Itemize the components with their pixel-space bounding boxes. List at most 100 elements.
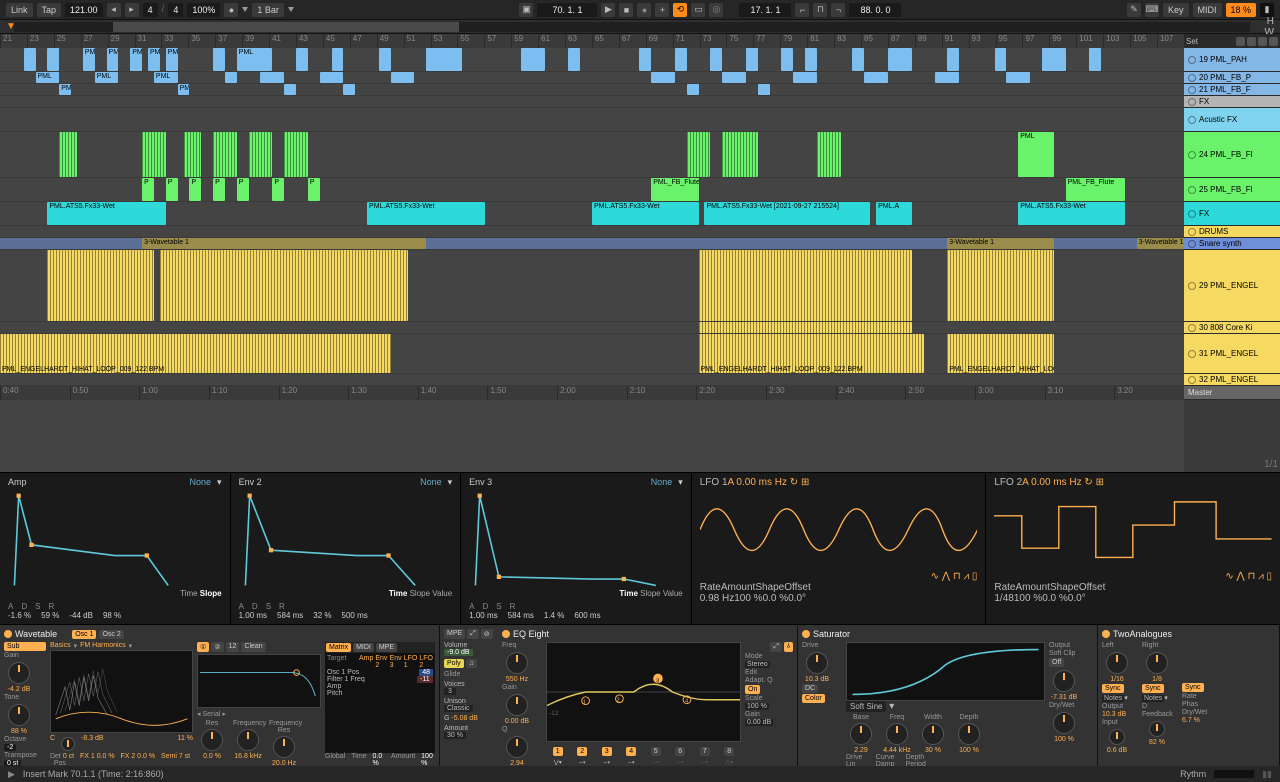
- osc1-tab[interactable]: Osc 1: [72, 630, 96, 639]
- tap-button[interactable]: Tap: [37, 3, 62, 17]
- punch-in-icon[interactable]: ⌐: [795, 3, 809, 17]
- track-header[interactable]: 21 PML_FB_F: [1184, 84, 1280, 96]
- track-header[interactable]: FX: [1184, 96, 1280, 108]
- filter1-toggle[interactable]: ①: [197, 642, 209, 652]
- automation-arm-icon[interactable]: ⟲: [673, 3, 687, 17]
- track-header[interactable]: FX: [1184, 202, 1280, 226]
- track-lane[interactable]: PP PP PP P PML_FB_Flute PML_FB_Flute: [0, 178, 1184, 202]
- device-eq-eight[interactable]: EQ Eight Freq 550 Hz Gain 0.00 dB Q 2.94…: [498, 625, 798, 766]
- track-lane[interactable]: [0, 322, 1184, 334]
- env-amp-panel[interactable]: AmpNone▾ Time Slope ADSR -1.6 %59 %-44 d…: [0, 473, 231, 624]
- track-lane-drums[interactable]: [0, 226, 1184, 238]
- clip-area[interactable]: PMLPM PMPMPM PML PMLPML PML: [0, 48, 1184, 386]
- track-lane[interactable]: [0, 374, 1184, 386]
- device-on-icon[interactable]: [802, 630, 810, 638]
- play-button[interactable]: ▶: [601, 3, 615, 17]
- track-lane[interactable]: PML_ENGELHARDT_HIHAT_LOOP_009_122 BPM PM…: [0, 334, 1184, 374]
- track-header[interactable]: 32 PML_ENGEL: [1184, 374, 1280, 386]
- arrangement-position[interactable]: 70. 1. 1: [537, 3, 597, 17]
- track-header[interactable]: Snare synth: [1184, 238, 1280, 250]
- lfo2-panel[interactable]: LFO 2A 0.00 ms Hz ↻ ⊞ ∿ ⋀ ⊓ ⩘ ▯ RateAmou…: [986, 473, 1280, 624]
- overdub-icon[interactable]: +: [655, 3, 669, 17]
- track-lane-acustic-fx[interactable]: [0, 108, 1184, 132]
- env2-panel[interactable]: Env 2None▾ Time Slope Value ADSR 1.00 ms…: [231, 473, 462, 624]
- eq-display[interactable]: -12 1 2 3 4: [546, 642, 741, 742]
- track-header[interactable]: 31 PML_ENGEL: [1184, 334, 1280, 374]
- track-header[interactable]: 30 808 Core Ki: [1184, 322, 1280, 334]
- session-record-icon[interactable]: ◎: [709, 3, 723, 17]
- sub-button[interactable]: Sub: [4, 642, 46, 651]
- punch-out-icon[interactable]: ¬: [831, 3, 845, 17]
- overview-zoom[interactable]: [14, 22, 1250, 32]
- delay-icon[interactable]: [1269, 37, 1278, 46]
- track-header[interactable]: 20 PML_FB_P: [1184, 72, 1280, 84]
- track-lane[interactable]: PML: [0, 132, 1184, 178]
- follow-icon[interactable]: ▣: [519, 3, 533, 17]
- loop-start[interactable]: 17. 1. 1: [739, 3, 791, 17]
- metronome-icon[interactable]: ●: [224, 3, 238, 17]
- saturator-curve[interactable]: [846, 642, 1045, 701]
- track-header[interactable]: 29 PML_ENGEL: [1184, 250, 1280, 322]
- dropdown-icon[interactable]: [242, 7, 248, 12]
- track-header[interactable]: DRUMS: [1184, 226, 1280, 238]
- track-lane-fx[interactable]: PML.ATS5.Fx33-Wet PML.ATS5.Fx33-Wet PML.…: [0, 202, 1184, 226]
- loop-icon[interactable]: ⊓: [813, 3, 827, 17]
- device-on-icon[interactable]: [1102, 630, 1110, 638]
- tempo-field[interactable]: 121.00: [65, 3, 103, 17]
- env3-panel[interactable]: Env 3None▾ Time Slope Value ADSR 1.00 ms…: [461, 473, 692, 624]
- device-wavetable[interactable]: Wavetable Osc 1 Osc 2 Sub Gain -4.2 dB T…: [0, 625, 440, 766]
- device-on-icon[interactable]: [4, 630, 12, 638]
- zoom-field[interactable]: 100%: [187, 3, 220, 17]
- track-lane-fx[interactable]: [0, 96, 1184, 108]
- io-icon[interactable]: [1236, 37, 1245, 46]
- quantize-menu[interactable]: 1 Bar: [252, 3, 284, 17]
- track-lane[interactable]: PMLPM PMPMPM PML: [0, 48, 1184, 72]
- record-button[interactable]: ●: [637, 3, 651, 17]
- sync-button[interactable]: Sync: [1182, 683, 1204, 692]
- arrangement-main[interactable]: 2123252729313335373941434547495153555759…: [0, 34, 1184, 472]
- filter-type[interactable]: 12: [226, 642, 240, 652]
- bar-ruler[interactable]: 2123252729313335373941434547495153555759…: [0, 34, 1184, 48]
- device-saturator[interactable]: Saturator Drive 10.3 dB DC Color Soft Si…: [798, 625, 1098, 766]
- wavetable-side[interactable]: MPE⤢⊘ Volume-9.0 dB Poly ♫ Glide Voices3…: [440, 625, 498, 766]
- track-lane[interactable]: [0, 250, 1184, 322]
- wavetable-display[interactable]: [50, 650, 193, 733]
- return-icon[interactable]: [1247, 37, 1256, 46]
- track-header-set[interactable]: Set: [1184, 34, 1280, 48]
- track-header[interactable]: 19 PML_PAH: [1184, 48, 1280, 72]
- capture-icon[interactable]: ▭: [691, 3, 705, 17]
- saturator-type[interactable]: Soft Sine: [846, 701, 886, 712]
- computer-midi-icon[interactable]: ⌨: [1145, 3, 1159, 17]
- track-header[interactable]: 24 PML_FB_Fl: [1184, 132, 1280, 178]
- time-ruler[interactable]: 0:400:501:001:101:201:301:401:502:002:10…: [0, 386, 1184, 400]
- track-lane-snare-selected[interactable]: 3-Wavetable 1 3-Wavetable 1 3-Wavetable …: [0, 238, 1184, 250]
- mixer-icon[interactable]: [1258, 37, 1267, 46]
- loop-length[interactable]: 88. 0. 0: [849, 3, 901, 17]
- dropdown-icon[interactable]: [288, 7, 294, 12]
- stop-button[interactable]: ■: [619, 3, 633, 17]
- overload-icon[interactable]: ▮: [1260, 3, 1274, 17]
- track-lane[interactable]: PMPM: [0, 84, 1184, 96]
- toggle-icon[interactable]: ▼: [6, 21, 14, 32]
- close-icon[interactable]: ⊘: [481, 629, 493, 639]
- time-sig-den[interactable]: 4: [168, 3, 183, 17]
- track-lane[interactable]: PMLPML PML: [0, 72, 1184, 84]
- expand-icon[interactable]: ⤢: [770, 642, 782, 652]
- track-header[interactable]: 25 PML_FB_Fl: [1184, 178, 1280, 202]
- nudge-down-icon[interactable]: ◂: [107, 3, 121, 17]
- expand-icon[interactable]: ⤢: [467, 629, 479, 639]
- overview-bar[interactable]: ▼ H W: [0, 20, 1280, 34]
- device-two-analogues[interactable]: TwoAnalogues Left 1/16 Sync Notes▾ Outpu…: [1098, 625, 1280, 766]
- nudge-up-icon[interactable]: ▸: [125, 3, 139, 17]
- draw-mode-icon[interactable]: ✎: [1127, 3, 1141, 17]
- link-button[interactable]: Link: [6, 3, 33, 17]
- key-map-button[interactable]: Key: [1163, 3, 1189, 17]
- time-sig-num[interactable]: 4: [143, 3, 158, 17]
- track-header[interactable]: Acustic FX: [1184, 108, 1280, 132]
- track-header-master[interactable]: Master: [1184, 386, 1280, 400]
- device-on-icon[interactable]: [502, 630, 510, 638]
- lfo1-panel[interactable]: LFO 1A 0.00 ms Hz ↻ ⊞ ∿ ⋀ ⊓ ⩘ ▯ RateAmou…: [692, 473, 987, 624]
- osc2-tab[interactable]: Osc 2: [99, 630, 123, 639]
- filter-display[interactable]: [197, 654, 321, 708]
- triangle-icon[interactable]: ▶: [8, 769, 15, 780]
